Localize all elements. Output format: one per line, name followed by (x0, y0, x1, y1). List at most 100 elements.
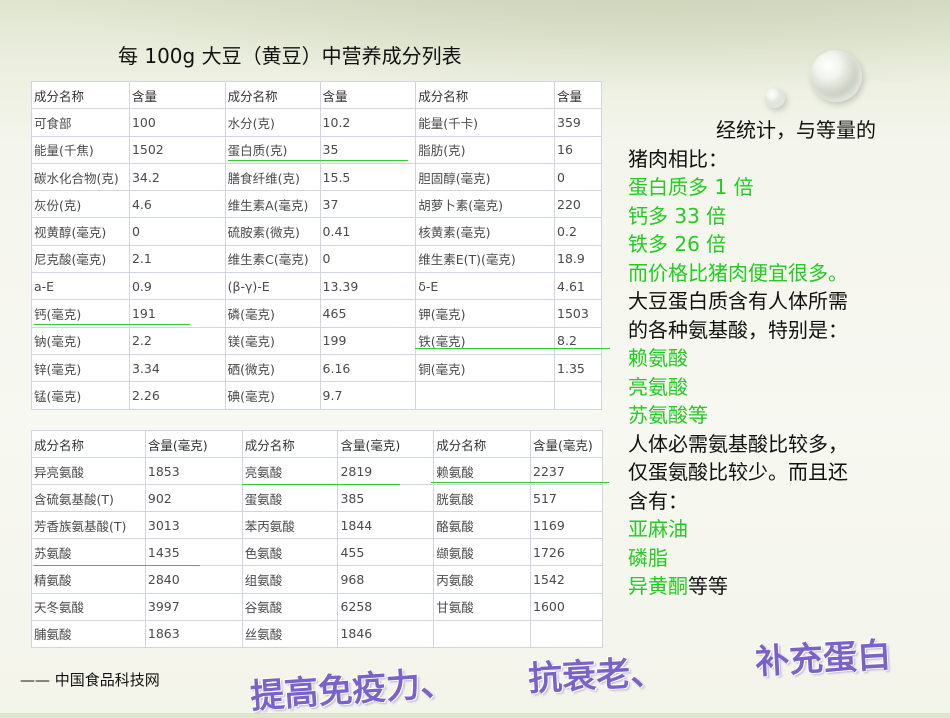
nutrient-value-cell: 902 (144, 484, 243, 513)
nutrient-value-cell: 8.2 (554, 326, 602, 355)
nutrient-value-cell: 1435 (144, 538, 243, 567)
nutrient-name-cell: 甘氨酸 (433, 592, 531, 621)
nutrient-value-cell: 199 (319, 326, 417, 355)
underline-leucine (242, 484, 400, 485)
table-row: 含硫氨基酸(T) 902 蛋氨酸 385 胱氨酸 517 (31, 484, 603, 513)
contains-phospholipid: 磷脂 (628, 545, 668, 570)
nutrient-value-cell: 0 (128, 217, 226, 246)
table-row: 钠(毫克) 2.2 镁(毫克) 199 铁(毫克) 8.2 (31, 326, 602, 355)
nutrient-value-cell: 1846 (337, 619, 435, 648)
nutrient-name-cell: δ-E (415, 272, 556, 301)
underline-lysine (431, 482, 609, 483)
underline-protein (228, 160, 408, 161)
amino-acid-lysine: 赖氨酸 (628, 346, 688, 370)
nutrient-value-cell: 4.61 (554, 272, 602, 301)
underline-iron (415, 348, 610, 349)
nutrient-value-cell: 1853 (144, 457, 243, 486)
nutrient-name-cell: 锌(毫克) (31, 353, 130, 383)
nutrient-value-cell (554, 381, 602, 410)
nutrient-value-cell: 465 (319, 299, 417, 328)
nutrient-name-cell: 天冬氨酸 (31, 592, 146, 621)
underline-threonine (34, 565, 200, 566)
table-row: 苏氨酸 1435 色氨酸 455 缬氨酸 1726 (31, 538, 603, 567)
nutrient-name-cell: 磷(毫克) (224, 299, 321, 328)
table-row: 精氨酸 2840 组氨酸 968 丙氨酸 1542 (31, 565, 603, 594)
comparison-calcium: 钙多 33 倍 (628, 203, 727, 228)
nutrient-value-cell: 3013 (144, 511, 243, 540)
nutrient-value-cell: 2819 (337, 457, 435, 486)
nutrient-value-cell: 1.35 (554, 353, 602, 383)
table-header-cell: 含量 (128, 80, 226, 110)
nutrient-name-cell: 核黄素(毫克) (415, 217, 556, 246)
nutrient-value-cell: 2.1 (128, 244, 226, 274)
table-row: 灰份(克) 4.6 维生素A(毫克) 37 胡萝卜素(毫克) 220 (31, 190, 602, 219)
nutrient-value-cell: 1169 (530, 511, 603, 540)
comparison-price: 而价格比猪肉便宜很多。 (628, 260, 848, 285)
wordart-immunity: 提高免疫力、 (249, 662, 456, 718)
nutrient-name-cell: 可食部 (31, 108, 130, 137)
summary-line: 经统计，与等量的 (716, 118, 876, 142)
amino-acid-threonine: 苏氨酸等 (628, 403, 708, 427)
nutrient-name-cell: 维生素C(毫克) (224, 244, 321, 274)
nutrient-value-cell: 385 (337, 484, 435, 513)
table-row: 异亮氨酸 1853 亮氨酸 2819 赖氨酸 2237 (31, 457, 603, 486)
nutrient-value-cell: 100 (128, 108, 226, 137)
table-header-cell: 含量 (554, 80, 602, 110)
page-title: 每 100g 大豆（黄豆）中营养成分列表 (118, 44, 462, 68)
nutrient-value-cell: 1863 (144, 619, 243, 648)
table-header-cell: 成分名称 (241, 429, 339, 459)
nutrient-name-cell: 水分(克) (224, 108, 321, 137)
nutrient-value-cell: 0.41 (319, 217, 417, 246)
nutrient-value-cell: 359 (554, 108, 602, 137)
nutrient-name-cell: 尼克酸(毫克) (31, 244, 130, 274)
table-row: 锌(毫克) 3.34 硒(微克) 6.16 铜(毫克) 1.35 (31, 353, 602, 383)
nutrient-value-cell: 37 (319, 190, 417, 219)
nutrient-name-cell: 维生素A(毫克) (224, 190, 321, 219)
table-header-row: 成分名称 含量(毫克) 成分名称 含量(毫克) 成分名称 含量(毫克) (31, 429, 603, 459)
nutrient-name-cell: 精氨酸 (31, 565, 146, 594)
nutrient-name-cell: 酪氨酸 (433, 511, 531, 540)
contains-linseed-oil: 亚麻油 (628, 517, 688, 541)
summary-line: 含有： (628, 488, 688, 513)
nutrient-value-cell: 0 (319, 244, 417, 274)
nutrient-value-cell: 0 (554, 162, 602, 192)
nutrient-value-cell: 6258 (337, 592, 435, 621)
nutrient-name-cell: 维生素E(T)(毫克) (415, 244, 556, 274)
nutrient-name-cell: 丝氨酸 (241, 619, 339, 648)
nutrient-value-cell: 3997 (144, 592, 243, 621)
nutrient-value-cell: 18.9 (554, 244, 602, 274)
nutrient-name-cell: 含硫氨基酸(T) (31, 484, 146, 513)
nutrient-value-cell: 1503 (554, 299, 602, 328)
wordart-protein: 补充蛋白 (754, 635, 893, 683)
nutrient-value-cell: 455 (337, 538, 435, 567)
table-header-row: 成分名称 含量 成分名称 含量 成分名称 含量 (31, 80, 602, 110)
nutrient-name-cell: 镁(毫克) (224, 326, 321, 355)
table-header-cell: 成分名称 (224, 80, 321, 110)
amino-acid-table: 成分名称 含量(毫克) 成分名称 含量(毫克) 成分名称 含量(毫克) 异亮氨酸 1853 亮氨… (31, 429, 603, 648)
nutrient-name-cell: 胆固醇(毫克) (415, 162, 556, 192)
nutrient-name-cell: 异亮氨酸 (31, 457, 146, 486)
nutrient-name-cell: 色氨酸 (241, 538, 339, 567)
source-credit: —— 中国食品科技网 (20, 671, 160, 689)
contains-isoflavone-line: 异黄酮等等 (628, 572, 928, 601)
nutrient-name-cell: 膳食纤维(克) (224, 162, 321, 192)
table-row: 视黄醇(毫克) 0 硫胺素(微克) 0.41 核黄素(毫克) 0.2 (31, 217, 602, 246)
table-header-cell: 成分名称 (31, 429, 146, 459)
nutrient-value-cell: 3.34 (128, 353, 226, 383)
nutrient-name-cell: 脂肪(克) (415, 135, 556, 164)
nutrient-value-cell (530, 619, 603, 648)
water-drop-small (765, 88, 785, 108)
table-header-cell: 成分名称 (433, 429, 531, 459)
nutrient-value-cell: 1542 (530, 565, 603, 594)
nutrient-name-cell (415, 381, 556, 410)
table-header-cell: 含量(毫克) (530, 429, 603, 459)
nutrient-value-cell: 6.16 (319, 353, 417, 383)
nutrient-name-cell: 苏氨酸 (31, 538, 146, 567)
nutrient-value-cell: 0.9 (128, 272, 226, 301)
table-header-cell: 含量(毫克) (337, 429, 435, 459)
table-header-cell: 含量 (319, 80, 417, 110)
nutrient-value-cell: 2.2 (128, 326, 226, 355)
nutrient-name-cell: 胱氨酸 (433, 484, 531, 513)
table-row: 可食部 100 水分(克) 10.2 能量(千卡) 359 (31, 108, 602, 137)
nutrient-name-cell: 钠(毫克) (31, 326, 130, 355)
